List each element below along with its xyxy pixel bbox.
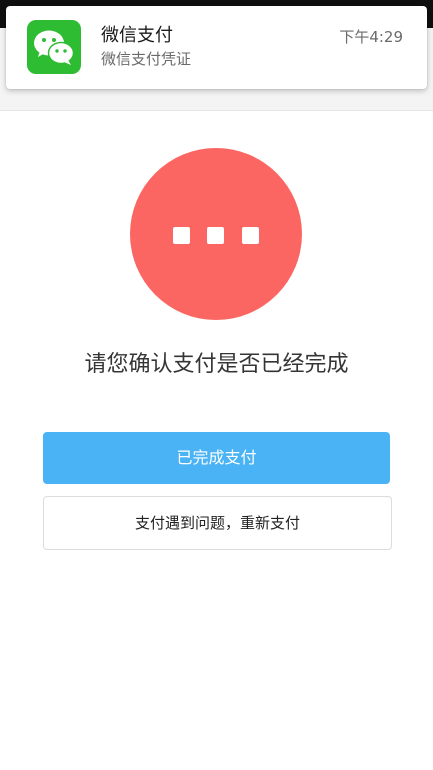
payment-completed-button[interactable]: 已完成支付 <box>43 432 390 484</box>
dot <box>242 227 259 244</box>
notification-time: 下午4:29 <box>339 28 403 46</box>
dot <box>207 227 224 244</box>
notification-title: 微信支付 <box>101 25 173 46</box>
notification-card[interactable]: 微信支付 微信支付凭证 下午4:29 <box>6 6 427 89</box>
more-dots-icon <box>130 148 302 320</box>
dot <box>173 227 190 244</box>
notification-subtitle: 微信支付凭证 <box>101 50 192 68</box>
wechat-icon <box>27 20 81 74</box>
payment-confirm-prompt: 请您确认支付是否已经完成 <box>84 352 349 377</box>
retry-payment-button[interactable]: 支付遇到问题，重新支付 <box>43 496 392 550</box>
